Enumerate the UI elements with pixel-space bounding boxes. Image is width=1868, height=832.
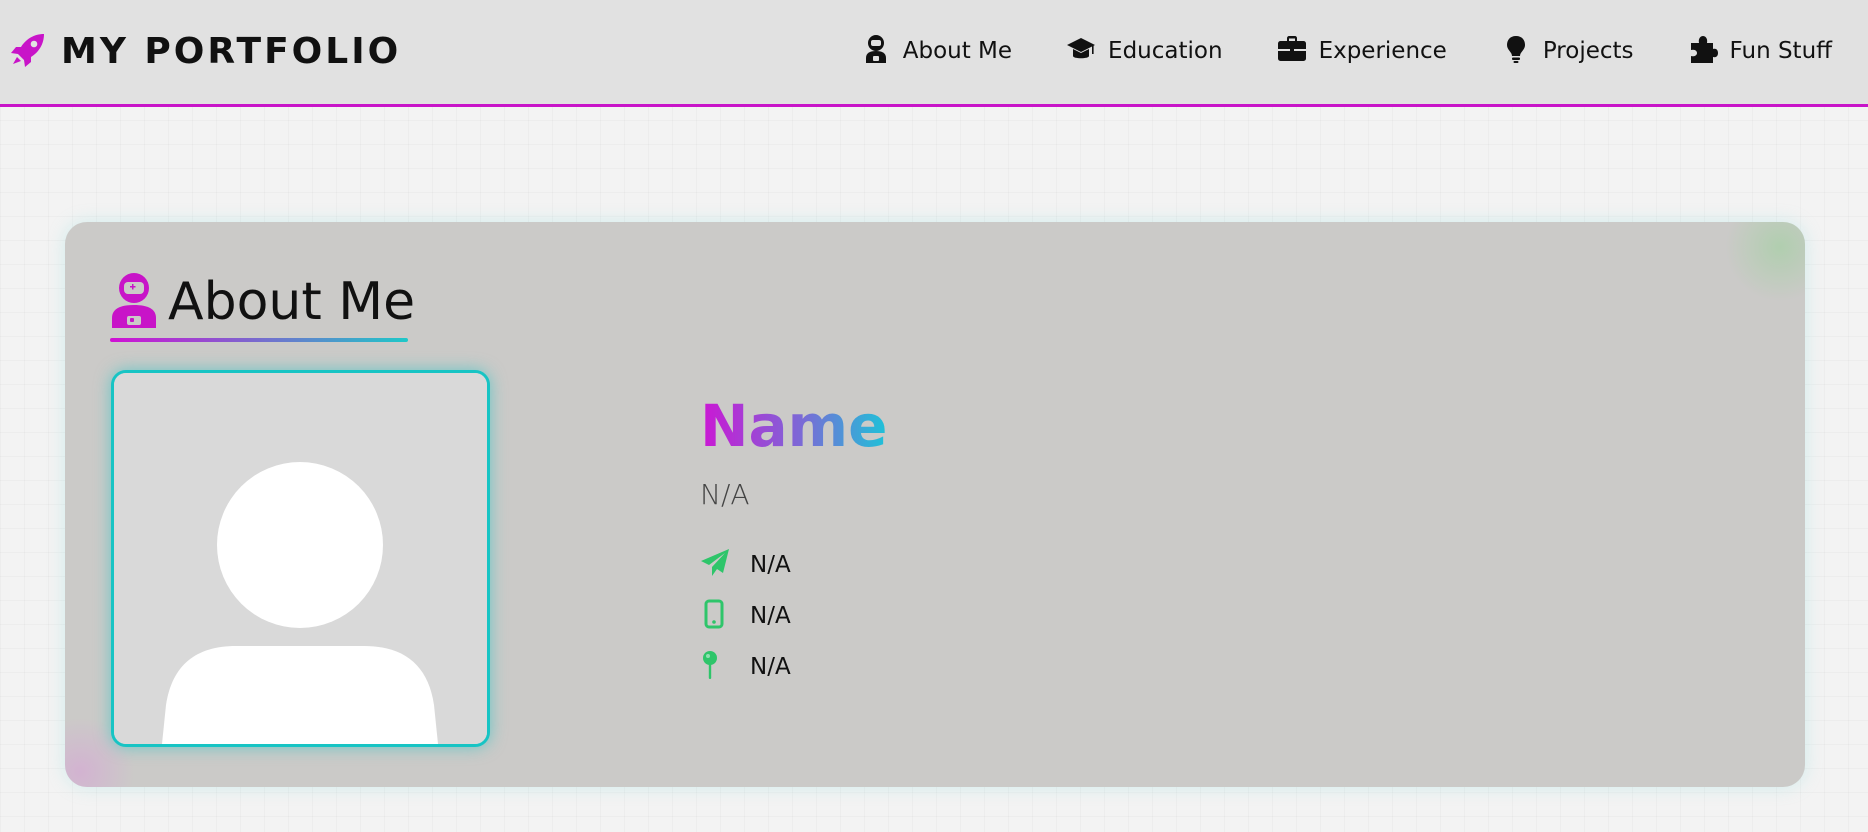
- lightbulb-icon: [1501, 34, 1543, 68]
- nav-label: Projects: [1542, 38, 1634, 64]
- avatar-placeholder-icon: [114, 373, 487, 744]
- contact-phone: N/A: [700, 590, 887, 641]
- profile-subtitle: N/A: [700, 478, 750, 511]
- paper-plane-icon: [700, 548, 750, 582]
- section-title: About Me: [110, 270, 415, 334]
- brand-title: MY PORTFOLIO: [61, 31, 402, 72]
- nav-label: Fun Stuff: [1729, 38, 1832, 64]
- profile-name: Name: [700, 389, 887, 463]
- astronaut-icon: [861, 34, 903, 68]
- map-pin-icon: [700, 650, 750, 684]
- brand[interactable]: MY PORTFOLIO: [8, 30, 401, 74]
- profile-info: Name N/A N/A N/A N/A: [700, 389, 887, 692]
- title-underline: [110, 338, 408, 342]
- profile-photo: [111, 370, 490, 747]
- contact-email-value: N/A: [750, 551, 791, 578]
- decorative-glow: [1725, 222, 1805, 302]
- nav-label: Experience: [1318, 38, 1447, 64]
- rocket-icon: [8, 30, 48, 74]
- briefcase-icon: [1277, 34, 1319, 68]
- nav-item-projects[interactable]: Projects: [1501, 33, 1634, 69]
- contact-list: N/A N/A N/A: [700, 539, 887, 692]
- nav-item-about-me[interactable]: About Me: [861, 33, 1012, 69]
- section-heading: About Me: [168, 272, 416, 332]
- mobile-phone-icon: [700, 599, 750, 633]
- nav-item-experience[interactable]: Experience: [1277, 33, 1447, 69]
- contact-email: N/A: [700, 539, 887, 590]
- contact-location: N/A: [700, 641, 887, 692]
- contact-location-value: N/A: [750, 653, 791, 680]
- contact-phone-value: N/A: [750, 602, 791, 629]
- nav-label: Education: [1108, 38, 1223, 64]
- astronaut-icon: [110, 272, 158, 332]
- nav-links: About Me Education Experience Projects F…: [807, 33, 1832, 69]
- graduation-cap-icon: [1066, 34, 1108, 68]
- nav-label: About Me: [902, 38, 1013, 64]
- nav-item-fun-stuff[interactable]: Fun Stuff: [1688, 33, 1832, 69]
- top-navbar: MY PORTFOLIO About Me Education Experien…: [0, 0, 1868, 107]
- nav-item-education[interactable]: Education: [1066, 33, 1223, 69]
- puzzle-piece-icon: [1688, 34, 1730, 68]
- about-me-card: About Me Name N/A N/A N/A N/A: [65, 222, 1805, 787]
